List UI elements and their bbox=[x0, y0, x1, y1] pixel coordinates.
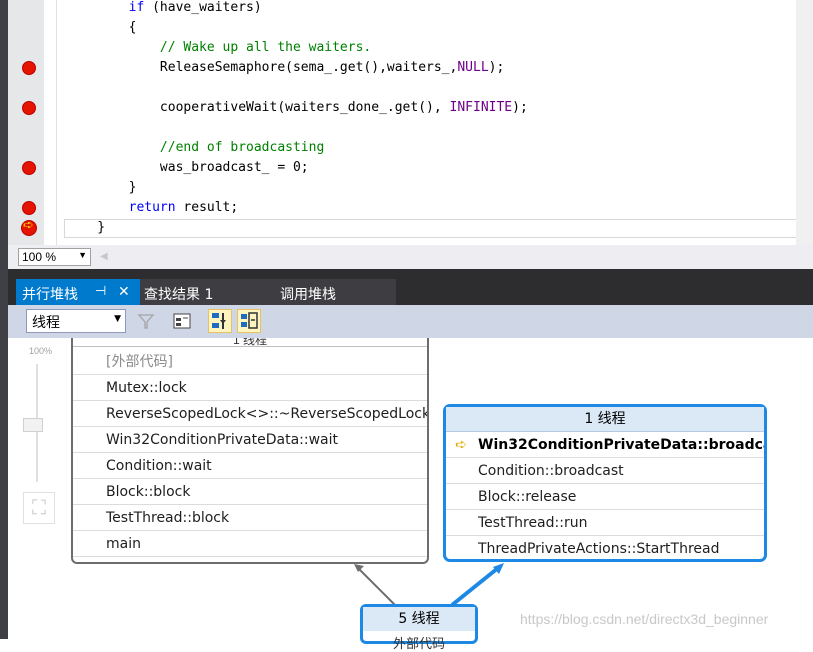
stack-frame-row[interactable]: main bbox=[73, 531, 427, 557]
stack-frame-box-3[interactable]: 5 线程 外部代码 bbox=[360, 604, 478, 652]
stack-frame-box-1[interactable]: 1 线程 [外部代码] Mutex::lock ReverseScopedLoc… bbox=[71, 338, 429, 564]
box-header: 1 线程 bbox=[446, 407, 764, 432]
stack-frame-row[interactable]: [外部代码] bbox=[73, 349, 427, 375]
stack-frame-row[interactable]: Condition::broadcast bbox=[446, 458, 764, 484]
box-header: 1 线程 bbox=[73, 338, 427, 347]
stack-frame-row[interactable]: Condition::wait bbox=[73, 453, 427, 479]
watermark-text: https://blog.csdn.net/directx3d_beginner bbox=[520, 611, 769, 627]
stack-frame-row[interactable]: Mutex::lock bbox=[73, 375, 427, 401]
stack-frame-row[interactable]: Win32ConditionPrivateData::wait bbox=[73, 427, 427, 453]
stack-frame-row[interactable]: ReverseScopedLock<>::~ReverseScopedLock.… bbox=[73, 401, 427, 427]
stack-frame-row-current[interactable]: ➪ Win32ConditionPrivateData::broadcast bbox=[446, 432, 764, 458]
edge-arrowhead bbox=[354, 564, 364, 572]
box-header: 5 线程 bbox=[363, 607, 475, 631]
stack-frame-row[interactable]: ThreadPrivateActions::StartThread bbox=[446, 536, 764, 562]
current-frame-arrow-icon: ➪ bbox=[455, 437, 467, 453]
stack-frame-row[interactable]: Block::release bbox=[446, 484, 764, 510]
stack-frame-box-2[interactable]: 1 线程 ➪ Win32ConditionPrivateData::broadca… bbox=[443, 404, 767, 562]
stack-frame-row[interactable]: Block::block bbox=[73, 479, 427, 505]
stack-frame-row[interactable]: TestThread::block bbox=[73, 505, 427, 531]
edge-to-box2 bbox=[450, 566, 500, 607]
stack-frame-row[interactable]: 外部代码 bbox=[393, 633, 445, 652]
stack-frame-row[interactable]: TestThread::run bbox=[446, 510, 764, 536]
edge-to-box1 bbox=[357, 567, 396, 606]
